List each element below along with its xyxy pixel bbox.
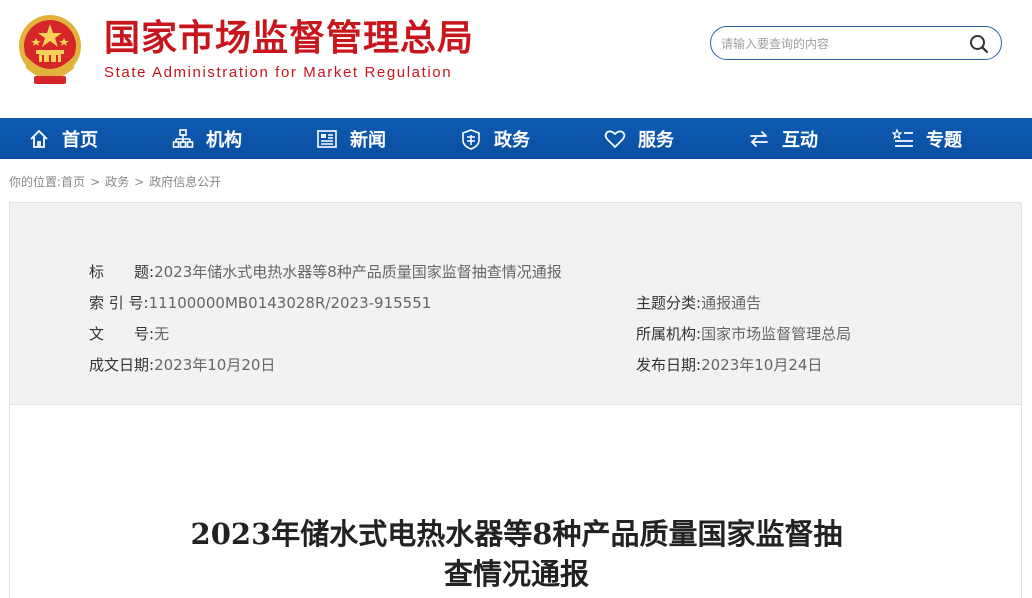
search-box (710, 26, 1002, 60)
meta-created-row: 成文日期:2023年10月20日 (89, 355, 275, 375)
heart-icon (604, 129, 626, 148)
breadcrumb-government[interactable]: 政务 (105, 175, 129, 189)
nav-item-home[interactable]: 首页 (28, 118, 98, 159)
breadcrumb-prefix: 你的位置: (9, 175, 62, 189)
exchange-icon (750, 130, 768, 147)
meta-agency-value: 国家市场监督管理总局 (701, 325, 852, 343)
meta-title-value: 2023年储水式电热水器等8种产品质量国家监督抽查情况通报 (154, 263, 562, 281)
search-input[interactable] (721, 33, 961, 55)
site-subtitle: State Administration for Market Regulati… (104, 64, 453, 81)
national-emblem-icon[interactable] (14, 12, 86, 88)
meta-published-label: 发布日期: (636, 356, 702, 374)
meta-category-value: 通报通告 (701, 294, 762, 312)
topic-icon (892, 127, 913, 147)
nav-item-topic[interactable]: 专题 (892, 118, 962, 159)
home-icon (30, 129, 48, 148)
nav-label: 政务 (494, 129, 530, 151)
meta-doc-no-row: 文 号:无 (89, 324, 169, 344)
nav-label: 首页 (62, 129, 98, 151)
nav-item-service[interactable]: 服务 (604, 118, 674, 159)
meta-created-label: 成文日期: (89, 356, 155, 374)
article-title-line: 查情况通报 (443, 557, 589, 591)
nav-label: 新闻 (350, 129, 386, 151)
meta-agency-row: 所属机构:国家市场监督管理总局 (636, 324, 851, 344)
meta-published-value: 2023年10月24日 (701, 356, 823, 374)
search-icon[interactable] (969, 34, 989, 54)
breadcrumb-info-disclosure[interactable]: 政府信息公开 (149, 175, 221, 189)
breadcrumb-separator: > (134, 175, 145, 189)
meta-title-label: 标 题: (89, 263, 155, 281)
nav-label: 互动 (782, 129, 818, 151)
nav-item-news[interactable]: 新闻 (316, 118, 386, 159)
site-header: 国家市场监督管理总局 State Administration for Mark… (0, 0, 1032, 118)
meta-index-label: 索 引 号: (89, 294, 149, 312)
meta-index-value: 11100000MB0143028R/2023-915551 (148, 294, 432, 312)
article-title: 2023年储水式电热水器等8种产品质量国家监督抽 查情况通报 (10, 514, 1023, 594)
meta-created-value: 2023年10月20日 (154, 356, 276, 374)
news-icon (317, 129, 337, 148)
meta-title-row: 标 题:2023年储水式电热水器等8种产品质量国家监督抽查情况通报 (89, 262, 562, 282)
nav-label: 专题 (926, 129, 962, 151)
nav-label: 机构 (206, 129, 242, 151)
meta-doc-no-label: 文 号: (89, 325, 155, 343)
main-nav: 首页 机构 新闻 政务 服务 互动 专题 (0, 118, 1032, 159)
meta-doc-no-value: 无 (154, 325, 170, 343)
article-content: 2023年储水式电热水器等8种产品质量国家监督抽 查情况通报 (9, 405, 1022, 598)
org-icon (172, 128, 194, 148)
breadcrumb: 你的位置:首页 > 政务 > 政府信息公开 (9, 173, 221, 190)
meta-published-row: 发布日期:2023年10月24日 (636, 355, 822, 375)
meta-category-label: 主题分类: (636, 294, 702, 312)
breadcrumb-home[interactable]: 首页 (61, 175, 85, 189)
breadcrumb-separator: > (90, 175, 101, 189)
document-meta-box: 标 题:2023年储水式电热水器等8种产品质量国家监督抽查情况通报 索 引 号:… (9, 202, 1022, 405)
nav-label: 服务 (638, 129, 674, 151)
government-icon (462, 128, 480, 150)
site-title[interactable]: 国家市场监督管理总局 (104, 16, 474, 62)
meta-agency-label: 所属机构: (636, 325, 702, 343)
nav-item-government[interactable]: 政务 (460, 118, 530, 159)
meta-category-row: 主题分类:通报通告 (636, 293, 761, 313)
meta-index-row: 索 引 号:11100000MB0143028R/2023-915551 (89, 293, 431, 313)
nav-item-interact[interactable]: 互动 (748, 118, 818, 159)
nav-item-org[interactable]: 机构 (172, 118, 242, 159)
article-title-line: 2023年储水式电热水器等8种产品质量国家监督抽 (190, 517, 843, 551)
